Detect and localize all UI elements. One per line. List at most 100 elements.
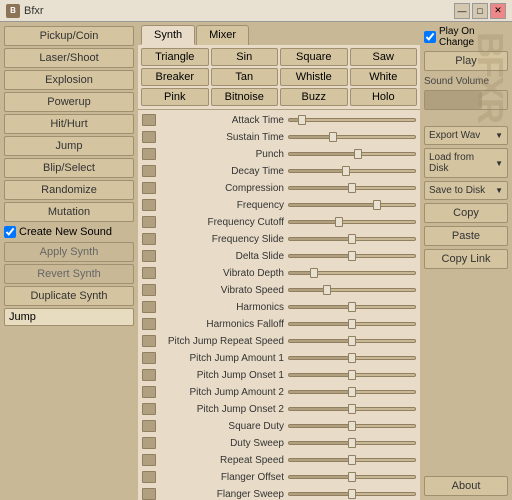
slider-track[interactable] <box>288 339 416 343</box>
paste-button[interactable]: Paste <box>424 226 508 246</box>
slider-label: Frequency Cutoff <box>158 217 288 228</box>
about-button[interactable]: About <box>424 476 508 496</box>
slider-thumb[interactable] <box>348 455 356 465</box>
wave-saw[interactable]: Saw <box>350 48 418 66</box>
play-on-change-checkbox[interactable] <box>424 31 436 43</box>
slider-thumb[interactable] <box>373 200 381 210</box>
slider-row: Frequency <box>142 197 416 213</box>
slider-thumb[interactable] <box>323 285 331 295</box>
revert-synth-button[interactable]: Revert Synth <box>4 264 134 284</box>
slider-thumb[interactable] <box>348 336 356 346</box>
tab-mixer[interactable]: Mixer <box>196 25 249 45</box>
slider-track[interactable] <box>288 135 416 139</box>
wave-bitnoise[interactable]: Bitnoise <box>211 88 279 106</box>
wave-breaker[interactable]: Breaker <box>141 68 209 86</box>
randomize-button[interactable]: Randomize <box>4 180 134 200</box>
slider-track[interactable] <box>288 186 416 190</box>
slider-track[interactable] <box>288 254 416 258</box>
apply-synth-button[interactable]: Apply Synth <box>4 242 134 262</box>
load-from-disk-button[interactable]: Load from Disk ▼ <box>424 148 508 178</box>
maximize-button[interactable]: □ <box>472 3 488 19</box>
window-title: Bfxr <box>24 5 44 17</box>
slider-thumb[interactable] <box>348 319 356 329</box>
slider-track[interactable] <box>288 407 416 411</box>
wave-holo[interactable]: Holo <box>350 88 418 106</box>
powerup-button[interactable]: Powerup <box>4 92 134 112</box>
save-disk-arrow: ▼ <box>495 186 503 195</box>
create-new-sound-checkbox[interactable] <box>4 226 16 238</box>
slider-thumb[interactable] <box>310 268 318 278</box>
laser-shoot-button[interactable]: Laser/Shoot <box>4 48 134 68</box>
slider-thumb[interactable] <box>335 217 343 227</box>
slider-track[interactable] <box>288 118 416 122</box>
jump-button[interactable]: Jump <box>4 136 134 156</box>
slider-thumb[interactable] <box>348 421 356 431</box>
explosion-button[interactable]: Explosion <box>4 70 134 90</box>
slider-track[interactable] <box>288 271 416 275</box>
slider-row: Attack Time <box>142 112 416 128</box>
wave-buzz[interactable]: Buzz <box>280 88 348 106</box>
mutation-button[interactable]: Mutation <box>4 202 134 222</box>
wave-triangle[interactable]: Triangle <box>141 48 209 66</box>
slider-thumb[interactable] <box>348 489 356 499</box>
wave-pink[interactable]: Pink <box>141 88 209 106</box>
slider-thumb[interactable] <box>348 404 356 414</box>
slider-track[interactable] <box>288 424 416 428</box>
slider-track[interactable] <box>288 152 416 156</box>
jump-input[interactable] <box>9 311 151 323</box>
export-wav-button[interactable]: Export Wav ▼ <box>424 126 508 145</box>
slider-track[interactable] <box>288 322 416 326</box>
close-button[interactable]: ✕ <box>490 3 506 19</box>
slider-track[interactable] <box>288 237 416 241</box>
slider-row: Pitch Jump Amount 1 <box>142 350 416 366</box>
hit-hurt-button[interactable]: Hit/Hurt <box>4 114 134 134</box>
slider-icon <box>142 284 156 296</box>
slider-track[interactable] <box>288 305 416 309</box>
slider-thumb[interactable] <box>354 149 362 159</box>
slider-label: Duty Sweep <box>158 438 288 449</box>
slider-thumb[interactable] <box>329 132 337 142</box>
slider-row: Pitch Jump Amount 2 <box>142 384 416 400</box>
slider-track[interactable] <box>288 458 416 462</box>
bfxr-watermark: BFXR <box>472 32 508 122</box>
slider-thumb[interactable] <box>348 472 356 482</box>
tab-synth[interactable]: Synth <box>141 25 195 45</box>
slider-thumb[interactable] <box>348 438 356 448</box>
slider-track[interactable] <box>288 373 416 377</box>
create-new-sound-row: Create New Sound <box>4 224 134 240</box>
slider-thumb[interactable] <box>348 370 356 380</box>
pickup-coin-button[interactable]: Pickup/Coin <box>4 26 134 46</box>
slider-thumb[interactable] <box>348 183 356 193</box>
copy-button[interactable]: Copy <box>424 203 508 223</box>
wave-whistle[interactable]: Whistle <box>280 68 348 86</box>
slider-thumb[interactable] <box>348 353 356 363</box>
wave-sin[interactable]: Sin <box>211 48 279 66</box>
wave-tan[interactable]: Tan <box>211 68 279 86</box>
slider-thumb[interactable] <box>348 387 356 397</box>
slider-thumb[interactable] <box>342 166 350 176</box>
minimize-button[interactable]: — <box>454 3 470 19</box>
slider-track[interactable] <box>288 169 416 173</box>
copy-link-button[interactable]: Copy Link <box>424 249 508 269</box>
load-disk-arrow: ▼ <box>495 159 503 168</box>
duplicate-synth-button[interactable]: Duplicate Synth <box>4 286 134 306</box>
save-to-disk-button[interactable]: Save to Disk ▼ <box>424 181 508 200</box>
slider-track[interactable] <box>288 288 416 292</box>
wave-square[interactable]: Square <box>280 48 348 66</box>
slider-track[interactable] <box>288 356 416 360</box>
slider-label: Frequency <box>158 200 288 211</box>
slider-track[interactable] <box>288 475 416 479</box>
slider-thumb[interactable] <box>348 251 356 261</box>
slider-label: Pitch Jump Repeat Speed <box>158 336 288 347</box>
wave-white[interactable]: White <box>350 68 418 86</box>
slider-track[interactable] <box>288 492 416 496</box>
slider-track[interactable] <box>288 441 416 445</box>
blip-select-button[interactable]: Blip/Select <box>4 158 134 178</box>
slider-track[interactable] <box>288 203 416 207</box>
slider-thumb[interactable] <box>298 115 306 125</box>
slider-thumb[interactable] <box>348 234 356 244</box>
wave-buttons-area: Triangle Sin Square Saw Breaker Tan Whis… <box>138 45 420 110</box>
slider-thumb[interactable] <box>348 302 356 312</box>
slider-track[interactable] <box>288 220 416 224</box>
slider-track[interactable] <box>288 390 416 394</box>
